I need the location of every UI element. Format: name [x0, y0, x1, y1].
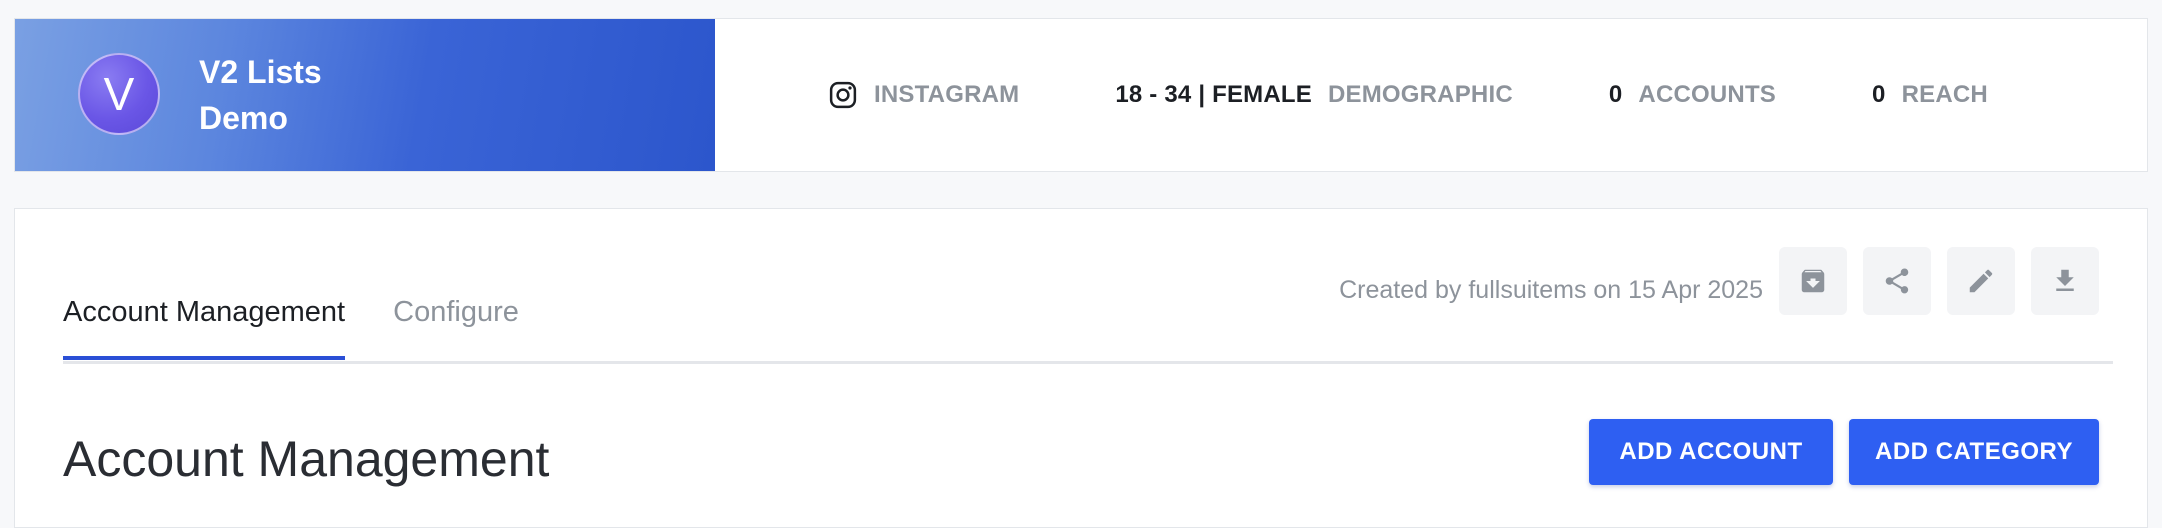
- stat-reach-label: REACH: [1901, 81, 1988, 108]
- edit-button[interactable]: [1947, 247, 2015, 315]
- archive-icon: [1801, 269, 1825, 293]
- stat-accounts-label: ACCOUNTS: [1638, 81, 1777, 108]
- add-account-button[interactable]: ADD ACCOUNT: [1589, 419, 1833, 485]
- stat-demographic-label: DEMOGRAPHIC: [1327, 81, 1513, 108]
- tab-account-management[interactable]: Account Management: [63, 287, 346, 360]
- download-icon: [2056, 269, 2074, 291]
- download-button[interactable]: [2031, 247, 2099, 315]
- stat-reach-value: 0: [1872, 81, 1886, 108]
- created-by-text: Created by fullsuitems on 15 Apr 2025: [1339, 276, 1763, 304]
- list-header-card: V V2 Lists Demo INSTAGRAM 18 - 34 | FEMA…: [14, 18, 2148, 172]
- list-banner: V V2 Lists Demo: [15, 19, 715, 171]
- account-management-card: Account Management Configure Created by …: [14, 208, 2148, 528]
- edit-icon: [1969, 269, 1993, 293]
- stat-demographic: 18 - 34 | FEMALE DEMOGRAPHIC: [1115, 81, 1513, 109]
- share-icon: [1885, 268, 1909, 294]
- instagram-icon: [829, 81, 857, 109]
- stat-reach: 0 REACH: [1872, 81, 1988, 109]
- section-actions: ADD ACCOUNT ADD CATEGORY: [1573, 419, 2099, 485]
- archive-button[interactable]: [1779, 247, 1847, 315]
- list-toolbar: [1763, 247, 2099, 315]
- section-title: Account Management: [63, 431, 550, 487]
- tab-configure[interactable]: Configure: [393, 287, 519, 357]
- list-avatar: V: [78, 53, 160, 135]
- stat-platform: INSTAGRAM: [828, 80, 1019, 110]
- stat-accounts-value: 0: [1608, 81, 1623, 108]
- list-name-line2: Demo: [199, 100, 288, 136]
- list-name: V2 Lists Demo: [199, 49, 322, 141]
- list-stats: INSTAGRAM 18 - 34 | FEMALE DEMOGRAPHIC 0…: [715, 19, 2147, 171]
- share-button[interactable]: [1863, 247, 1931, 315]
- add-category-button[interactable]: ADD CATEGORY: [1849, 419, 2099, 485]
- stat-demographic-value: 18 - 34 | FEMALE: [1115, 81, 1312, 108]
- list-name-line1: V2 Lists: [199, 54, 322, 90]
- stat-accounts: 0 ACCOUNTS: [1609, 81, 1776, 109]
- stat-platform-label: INSTAGRAM: [874, 81, 1020, 108]
